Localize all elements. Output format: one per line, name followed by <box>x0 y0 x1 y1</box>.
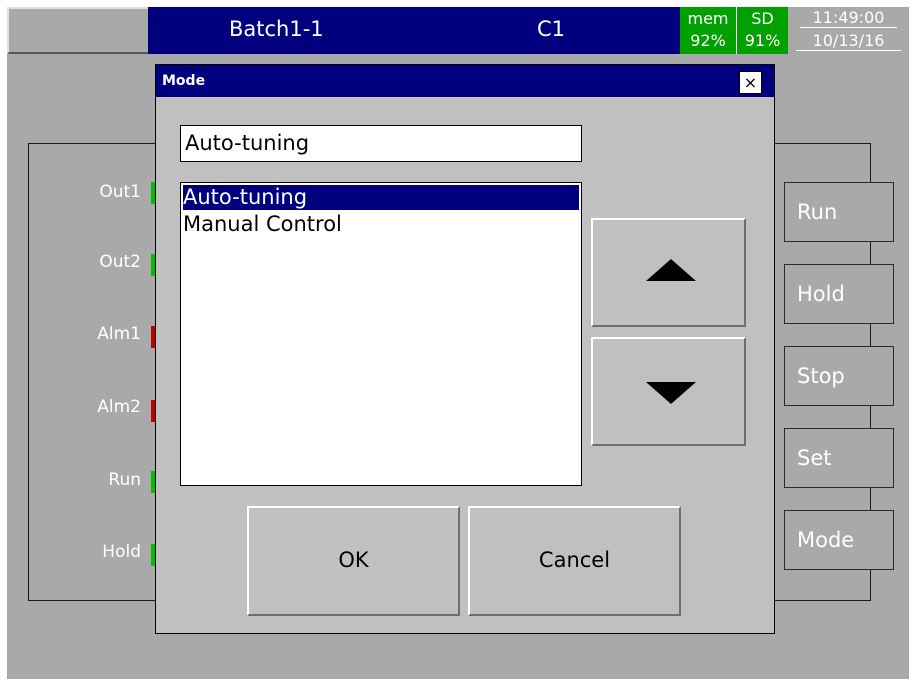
down-arrow-icon <box>646 382 696 404</box>
dialog-titlebar: Mode × <box>156 65 774 97</box>
menu-button[interactable] <box>7 7 150 54</box>
scroll-down-button[interactable] <box>591 337 746 446</box>
recorder-screen: Batch1-1 C1 mem 92% SD 91% 11:49:00 10/1… <box>7 7 909 679</box>
hold-button[interactable]: Hold <box>784 264 894 324</box>
row-label-run: Run <box>108 470 141 490</box>
ok-button[interactable]: OK <box>247 506 460 616</box>
title-area: Batch1-1 C1 <box>148 7 680 54</box>
set-button[interactable]: Set <box>784 428 894 488</box>
clock-date: 10/13/16 <box>796 28 901 51</box>
sd-value: 91% <box>744 31 781 50</box>
batch-name: Batch1-1 <box>229 17 324 41</box>
sd-label: SD <box>751 9 774 28</box>
up-arrow-icon <box>646 259 696 281</box>
sd-status: SD 91% <box>737 7 788 54</box>
memory-status: mem 92% <box>680 7 737 54</box>
run-button[interactable]: Run <box>784 182 894 242</box>
memory-label: mem <box>687 9 729 28</box>
row-label-alm1: Alm1 <box>97 324 141 344</box>
row-label-hold: Hold <box>102 542 141 562</box>
row-label-alm2: Alm2 <box>97 397 141 417</box>
mode-list[interactable]: Auto-tuning Manual Control <box>180 182 582 486</box>
list-item-manual-control[interactable]: Manual Control <box>183 212 579 237</box>
list-item-auto-tuning[interactable]: Auto-tuning <box>183 185 579 210</box>
memory-value: 92% <box>690 31 726 50</box>
stop-button[interactable]: Stop <box>784 346 894 406</box>
clock-time: 11:49:00 <box>800 7 897 28</box>
row-label-out2: Out2 <box>99 252 141 272</box>
dialog-title: Mode <box>162 73 206 89</box>
cancel-button[interactable]: Cancel <box>468 506 681 616</box>
mode-button[interactable]: Mode <box>784 510 894 570</box>
row-label-out1: Out1 <box>99 182 141 202</box>
mode-value-field[interactable]: Auto-tuning <box>180 125 582 162</box>
mode-dialog: Mode × Auto-tuning Auto-tuning Manual Co… <box>155 64 775 634</box>
clock: 11:49:00 10/13/16 <box>788 7 909 54</box>
status-bar: Batch1-1 C1 mem 92% SD 91% 11:49:00 10/1… <box>7 7 909 54</box>
close-icon[interactable]: × <box>739 71 762 94</box>
scroll-up-button[interactable] <box>591 218 746 327</box>
channel-label: C1 <box>537 17 566 41</box>
